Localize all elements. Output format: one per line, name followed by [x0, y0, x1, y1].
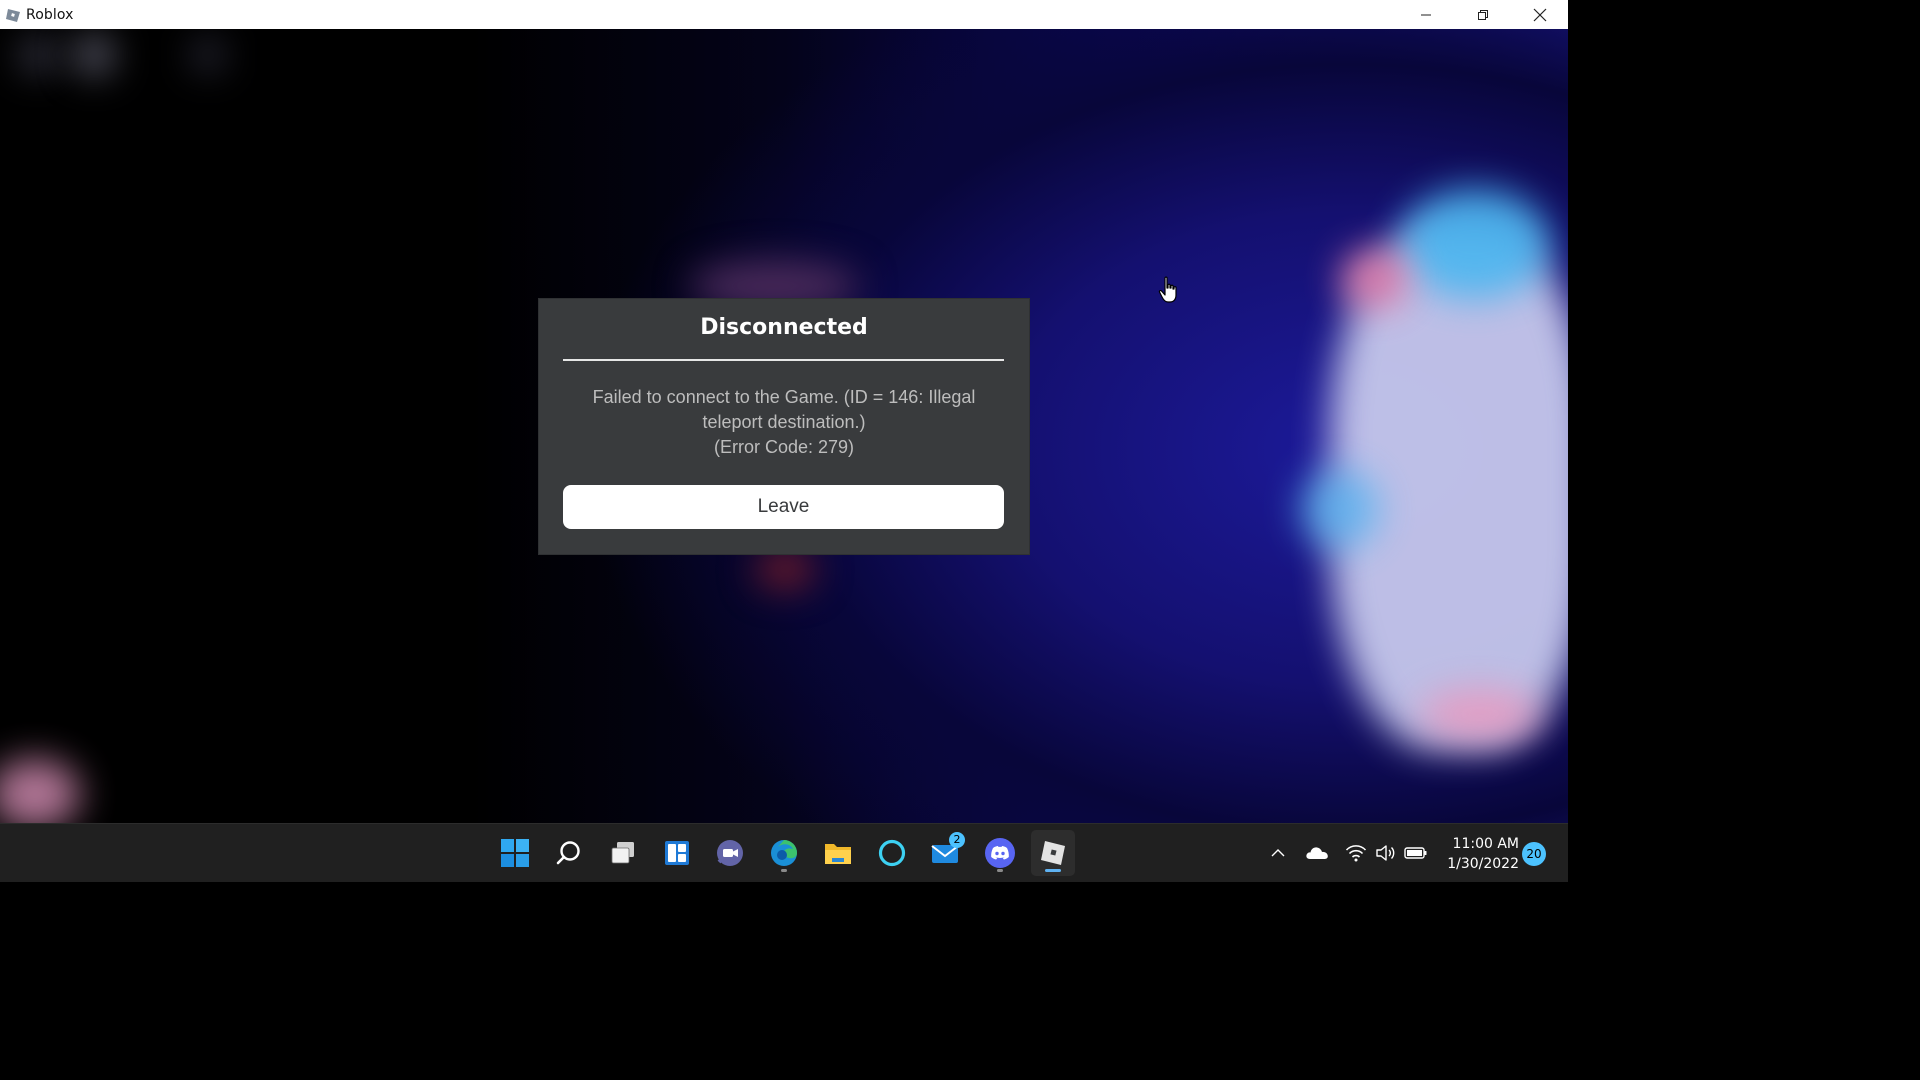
- blurred-game-element: [74, 35, 114, 75]
- chevron-up-icon: [1271, 849, 1285, 857]
- roblox-app-icon: [6, 8, 20, 22]
- onedrive-button[interactable]: [1305, 841, 1329, 865]
- clock-time: 11:00 AM: [1452, 836, 1519, 852]
- restore-icon: [1477, 9, 1488, 20]
- close-icon: [1533, 8, 1546, 21]
- roblox-icon: [1041, 841, 1065, 865]
- message-line: teleport destination.): [702, 412, 866, 432]
- blurred-game-element: [1340, 249, 1410, 309]
- blurred-game-element: [755, 549, 815, 589]
- cortana-button[interactable]: [870, 830, 914, 876]
- window-controls: [1397, 0, 1568, 29]
- edge-button[interactable]: [762, 830, 806, 876]
- taskbar: 2 11:00 AM 1/30/2022 20: [0, 823, 1568, 882]
- close-button[interactable]: [1511, 0, 1568, 29]
- blurred-game-element: [20, 37, 56, 73]
- show-hidden-icons-button[interactable]: [1266, 841, 1290, 865]
- widgets-button[interactable]: [655, 830, 699, 876]
- teams-chat-button[interactable]: [708, 830, 752, 876]
- notifications-badge[interactable]: 20: [1522, 842, 1546, 866]
- running-indicator: [781, 869, 787, 872]
- error-code-line: (Error Code: 279): [713, 437, 855, 457]
- running-indicator: [997, 869, 1003, 872]
- mail-unread-badge: 2: [949, 832, 965, 848]
- dialog-title: Disconnected: [700, 315, 868, 340]
- blurred-game-element: [1400, 189, 1550, 299]
- screen: Roblox Disconnected Failed to connect to…: [0, 0, 1568, 882]
- blurred-game-element: [1420, 689, 1540, 739]
- disconnected-dialog: Disconnected Failed to connect to the Ga…: [539, 299, 1029, 554]
- edge-icon: [771, 840, 797, 866]
- widgets-icon: [665, 841, 689, 865]
- teams-chat-icon: [717, 840, 743, 866]
- battery-button[interactable]: [1404, 841, 1428, 865]
- volume-icon: [1376, 845, 1395, 861]
- blurred-game-element: [0, 759, 80, 823]
- mail-button[interactable]: 2: [924, 830, 968, 876]
- dialog-divider: [563, 359, 1004, 361]
- file-explorer-button[interactable]: [816, 830, 860, 876]
- wifi-icon: [1345, 845, 1367, 862]
- clock-date: 1/30/2022: [1447, 856, 1519, 872]
- leave-button[interactable]: Leave: [563, 485, 1004, 529]
- blurred-game-element: [192, 39, 224, 71]
- window-title-bar: Roblox: [0, 0, 1568, 29]
- discord-icon: [985, 838, 1015, 868]
- roblox-button[interactable]: [1031, 830, 1075, 876]
- onedrive-icon: [1306, 847, 1328, 859]
- cortana-icon: [878, 839, 906, 867]
- message-line: Failed to connect to the Game. (ID = 146…: [592, 387, 976, 407]
- discord-button[interactable]: [978, 830, 1022, 876]
- search-icon: [556, 841, 580, 865]
- active-indicator: [1045, 869, 1061, 872]
- hand-cursor-icon: [1158, 276, 1177, 303]
- dialog-message: Failed to connect to the Game. (ID = 146…: [569, 385, 999, 460]
- task-view-button[interactable]: [601, 830, 645, 876]
- battery-icon: [1404, 847, 1427, 859]
- task-view-icon: [611, 842, 634, 864]
- minimize-button[interactable]: [1397, 0, 1454, 29]
- start-icon: [501, 839, 529, 867]
- restore-button[interactable]: [1454, 0, 1511, 29]
- blurred-game-element: [1300, 469, 1380, 549]
- search-button[interactable]: [547, 830, 591, 876]
- volume-button[interactable]: [1374, 841, 1398, 865]
- minimize-icon: [1420, 14, 1431, 15]
- wifi-button[interactable]: [1344, 841, 1368, 865]
- window-title: Roblox: [26, 6, 74, 23]
- file-explorer-icon: [825, 844, 851, 864]
- start-button[interactable]: [493, 830, 537, 876]
- clock[interactable]: 11:00 AM 1/30/2022: [1437, 834, 1519, 874]
